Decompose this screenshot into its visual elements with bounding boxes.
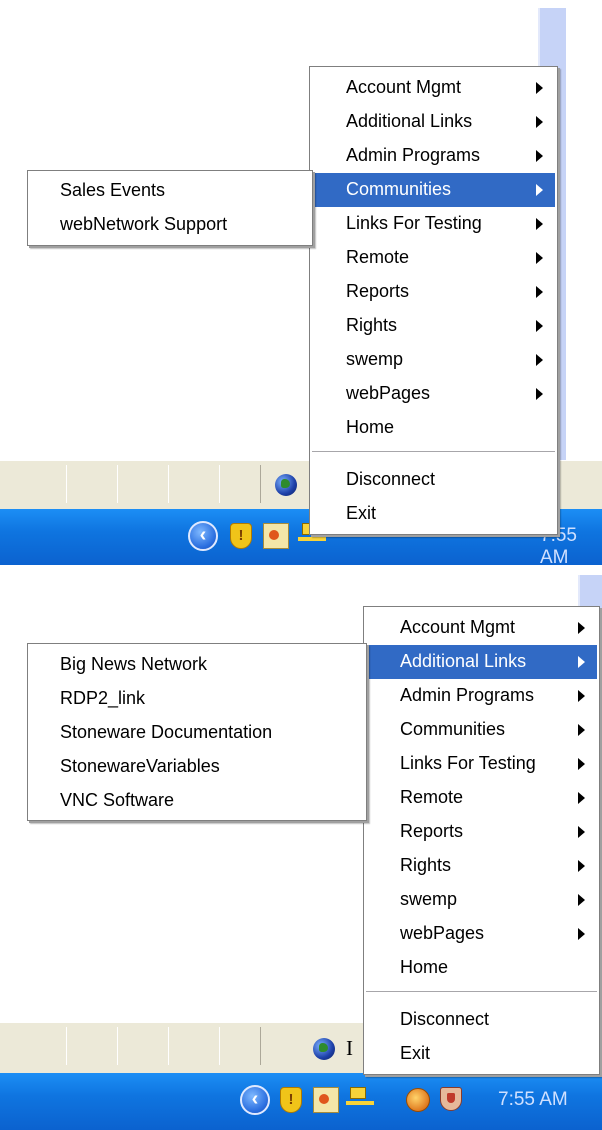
submenu-arrow-icon [578,656,585,668]
menu-item-links-for-testing[interactable]: Links For Testing [312,207,555,241]
menu-item-rights[interactable]: Rights [312,309,555,343]
menu-item-disconnect[interactable]: Disconnect [312,463,555,497]
main-context-menu: Account Mgmt Additional Links Admin Prog… [309,66,558,535]
submenu-arrow-icon [536,218,543,230]
submenu-arrow-icon [536,252,543,264]
menu-item-home[interactable]: Home [312,411,555,445]
menu-item-reports[interactable]: Reports [312,275,555,309]
submenu-arrow-icon [578,758,585,770]
submenu-item-big-news-network[interactable]: Big News Network [30,648,364,682]
menu-item-webpages[interactable]: webPages [312,377,555,411]
submenu-item-vnc-software[interactable]: VNC Software [30,784,364,818]
menu-item-webpages[interactable]: webPages [366,917,597,951]
menu-item-swemp[interactable]: swemp [366,883,597,917]
menu-item-admin-programs[interactable]: Admin Programs [366,679,597,713]
submenu-item-rdp2-link[interactable]: RDP2_link [30,682,364,716]
submenu-item-stoneware-documentation[interactable]: Stoneware Documentation [30,716,364,750]
menu-item-swemp[interactable]: swemp [312,343,555,377]
security-shield-icon[interactable]: ! [230,523,252,549]
chevron-left-icon[interactable]: ‹ [188,521,218,551]
menu-item-exit[interactable]: Exit [366,1037,597,1071]
menu-item-additional-links[interactable]: Additional Links [366,645,597,679]
submenu-item-stonewarevariables[interactable]: StonewareVariables [30,750,364,784]
submenu-item-webnetwork-support[interactable]: webNetwork Support [30,208,310,242]
screenshot-1: ‹ ! 7:55 AM Account Mgmt Additional Link… [0,0,602,568]
system-tray: ‹ ! 7:55 AM [0,1073,602,1130]
menu-item-disconnect[interactable]: Disconnect [366,1003,597,1037]
menu-item-links-for-testing[interactable]: Links For Testing [366,747,597,781]
menu-separator [366,991,597,993]
key-icon[interactable] [313,1087,339,1113]
submenu-arrow-icon [578,690,585,702]
menu-item-account-mgmt[interactable]: Account Mgmt [366,611,597,645]
submenu-arrow-icon [536,184,543,196]
menu-item-communities[interactable]: Communities [366,713,597,747]
submenu-arrow-icon [536,354,543,366]
globe-icon[interactable] [275,474,297,496]
submenu-arrow-icon [578,928,585,940]
antivirus-shield-icon[interactable] [440,1087,462,1111]
network-icon[interactable] [346,1085,374,1111]
submenu-arrow-icon [536,388,543,400]
submenu-arrow-icon [578,724,585,736]
lock-icon[interactable] [406,1088,430,1112]
clock[interactable]: 7:55 AM [498,1089,568,1111]
screenshot-2: I ‹ ! 7:55 AM Account Mgmt Additional Li… [0,565,602,1130]
globe-icon[interactable] [313,1038,335,1060]
security-shield-icon[interactable]: ! [280,1087,302,1113]
menu-item-rights[interactable]: Rights [366,849,597,883]
main-context-menu: Account Mgmt Additional Links Admin Prog… [363,606,600,1075]
menu-separator [312,451,555,453]
key-icon[interactable] [263,523,289,549]
menu-item-additional-links[interactable]: Additional Links [312,105,555,139]
additional-links-submenu: Big News Network RDP2_link Stoneware Doc… [27,643,367,821]
menu-item-remote[interactable]: Remote [312,241,555,275]
submenu-arrow-icon [578,622,585,634]
menu-item-home[interactable]: Home [366,951,597,985]
submenu-arrow-icon [536,82,543,94]
menu-item-remote[interactable]: Remote [366,781,597,815]
submenu-arrow-icon [578,826,585,838]
submenu-arrow-icon [536,320,543,332]
communities-submenu: Sales Events webNetwork Support [27,170,313,246]
menu-item-communities[interactable]: Communities [312,173,555,207]
chevron-left-icon[interactable]: ‹ [240,1085,270,1115]
submenu-arrow-icon [536,116,543,128]
menu-item-admin-programs[interactable]: Admin Programs [312,139,555,173]
taskbar-button-label[interactable]: I [346,1036,353,1061]
submenu-arrow-icon [536,150,543,162]
submenu-arrow-icon [578,894,585,906]
menu-item-reports[interactable]: Reports [366,815,597,849]
menu-item-exit[interactable]: Exit [312,497,555,531]
submenu-arrow-icon [578,860,585,872]
submenu-arrow-icon [536,286,543,298]
submenu-arrow-icon [578,792,585,804]
submenu-item-sales-events[interactable]: Sales Events [30,174,310,208]
menu-item-account-mgmt[interactable]: Account Mgmt [312,71,555,105]
